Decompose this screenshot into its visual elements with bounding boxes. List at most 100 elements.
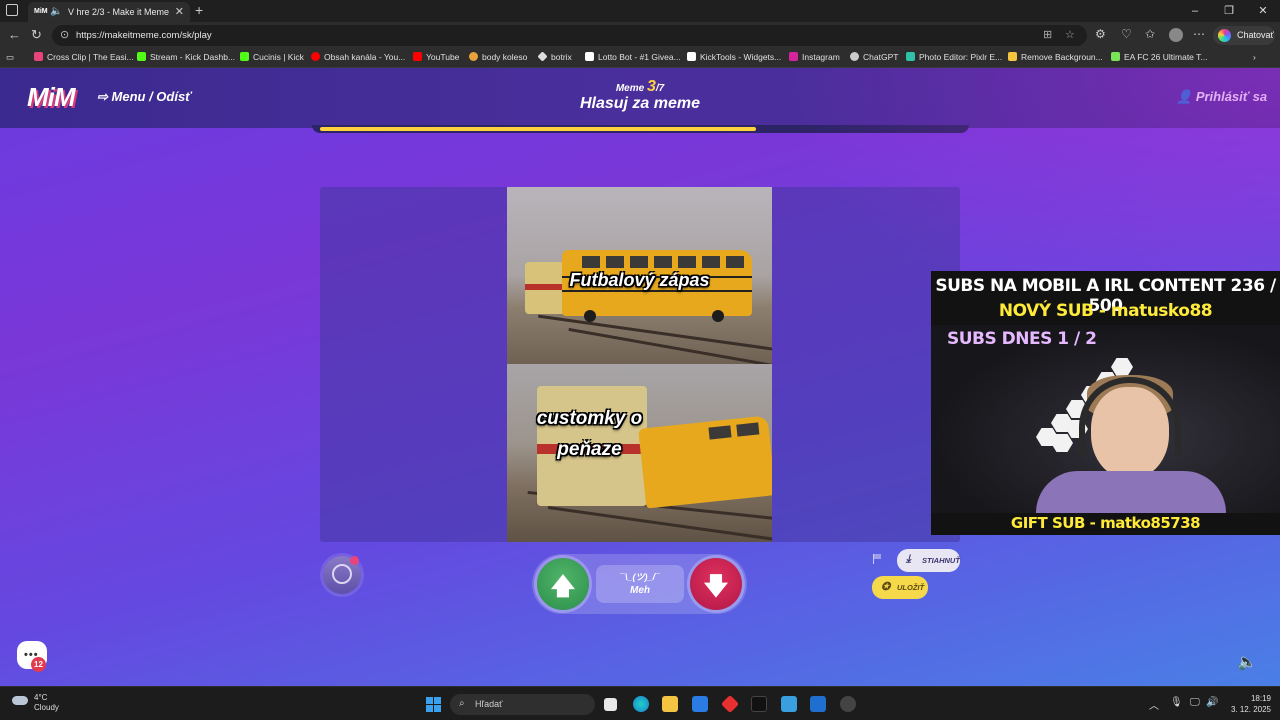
url-text: https://makeitmeme.com/sk/play xyxy=(76,30,212,41)
round-current: 3 xyxy=(646,78,656,95)
bookmark-item[interactable]: YouTube xyxy=(413,52,459,62)
system-clock[interactable]: 18:19 3. 12. 2025 xyxy=(1229,693,1271,715)
reaction-emoji-button[interactable] xyxy=(323,556,361,594)
app-available-icon[interactable]: ⊞ xyxy=(1043,28,1052,41)
store-icon[interactable] xyxy=(692,696,708,712)
bookmark-item[interactable]: Cucinis | Kick xyxy=(240,52,304,62)
volume-icon[interactable]: 🔊 xyxy=(1206,697,1218,708)
bookmark-icon xyxy=(1111,52,1120,61)
site-header: MiM ⇨ Menu / Odísť Meme 3/7 Hlasuj za me… xyxy=(0,68,1280,128)
url-field[interactable]: ⊙ https://makeitmeme.com/sk/play ⊞ ☆ xyxy=(52,25,1087,46)
bookmark-label: Obsah kanála - You... xyxy=(324,52,406,62)
favorites-icon[interactable]: ✩ xyxy=(1145,27,1155,41)
extensions-icon[interactable]: ⚙ xyxy=(1095,27,1106,41)
browser-tab-strip: MiM 🔈 V hre 2/3 - Make it Meme ✕ + – ❐ ✕ xyxy=(0,0,1280,22)
arrow-down-icon: 🡇 xyxy=(703,573,729,600)
back-icon[interactable]: ← xyxy=(8,27,21,42)
overlay-gift-sub: GIFT SUB - matko85738 xyxy=(1010,514,1201,532)
bookmark-label: KickTools - Widgets... xyxy=(700,52,782,62)
profile-avatar[interactable] xyxy=(1169,28,1183,42)
file-explorer-icon[interactable] xyxy=(662,696,678,712)
vote-up-button[interactable]: 🡅 xyxy=(537,558,589,610)
bookmark-item[interactable]: Instagram xyxy=(789,52,840,62)
bookmark-item[interactable]: body koleso xyxy=(469,52,527,62)
login-button[interactable]: 👤 Prihlásiť sa xyxy=(1176,89,1267,105)
save-button[interactable]: ✪ ULOŽIŤ xyxy=(872,576,928,599)
round-progress-fill xyxy=(320,127,756,131)
bookmark-item[interactable]: Stream - Kick Dashb... xyxy=(137,52,235,62)
bookmark-icon xyxy=(311,52,320,61)
sound-toggle-icon[interactable]: 🔈 xyxy=(1237,652,1257,672)
chat-button[interactable]: ••• 12 xyxy=(17,641,47,672)
star-icon: ✪ xyxy=(881,581,891,593)
tab-active[interactable]: MiM 🔈 V hre 2/3 - Make it Meme ✕ xyxy=(28,2,190,22)
shrug-emoticon: ¯\_(ツ)_/¯ xyxy=(620,572,660,582)
round-counter: Meme 3/7 xyxy=(0,78,1280,96)
more-bookmarks-icon[interactable]: › xyxy=(1253,52,1256,62)
bookmark-item[interactable]: Obsah kanála - You... xyxy=(311,52,405,62)
search-icon: ⌕ xyxy=(459,698,465,709)
bookmark-label: ChatGPT xyxy=(863,52,899,62)
app-icon[interactable] xyxy=(810,696,826,712)
tab-title: V hre 2/3 - Make it Meme xyxy=(68,7,170,17)
meme-caption-bottom-line2: peňaze xyxy=(557,439,622,460)
start-icon[interactable] xyxy=(426,697,441,712)
tab-audio-icon[interactable]: 🔈 xyxy=(50,6,62,17)
tab-close-icon[interactable]: ✕ xyxy=(175,5,184,18)
download-icon: ⤓ xyxy=(906,553,911,565)
webcam-feed xyxy=(931,325,1280,513)
user-icon: 👤 xyxy=(1176,89,1196,104)
new-tab-icon[interactable]: + xyxy=(195,2,203,18)
reading-list-icon[interactable]: ▭ xyxy=(6,52,14,63)
tray-overflow-icon[interactable]: ︿ xyxy=(1149,697,1159,712)
taskbar-search[interactable]: ⌕ Hľadať xyxy=(450,694,595,715)
app-icon[interactable] xyxy=(720,694,740,714)
performance-icon[interactable]: ♡ xyxy=(1121,27,1132,41)
vote-meh-button[interactable]: ¯\_(ツ)_/¯ Meh xyxy=(596,565,684,603)
bookmark-icon xyxy=(906,52,915,61)
tab-actions-icon[interactable] xyxy=(6,4,18,16)
bookmark-item[interactable]: EA FC 26 Ultimate T... xyxy=(1111,52,1207,62)
download-button[interactable]: ⤓ STIAHNUŤ xyxy=(897,549,960,572)
bookmark-item[interactable]: Remove Backgroun... xyxy=(1008,52,1103,62)
streamer-shirt xyxy=(1036,471,1226,513)
microphone-icon[interactable]: 🎙 xyxy=(1170,697,1183,708)
site-info-icon[interactable]: ⊙ xyxy=(60,28,69,41)
bookmark-item[interactable]: KickTools - Widgets... xyxy=(687,52,781,62)
clock-time: 18:19 xyxy=(1250,694,1271,703)
smiley-icon xyxy=(332,564,352,584)
copilot-chat-button[interactable]: Chatovať xyxy=(1213,26,1275,45)
meh-label: Meh xyxy=(630,585,650,596)
more-icon[interactable]: ⋯ xyxy=(1193,27,1205,41)
bookmark-icon xyxy=(469,52,478,61)
obs-icon[interactable] xyxy=(840,696,856,712)
edge-browser-icon[interactable] xyxy=(633,696,649,712)
bookmark-label: Stream - Kick Dashb... xyxy=(150,52,236,62)
bookmark-icon xyxy=(687,52,696,61)
maximize-icon[interactable]: ❐ xyxy=(1212,0,1246,22)
report-flag-icon[interactable] xyxy=(873,554,882,564)
close-window-icon[interactable]: ✕ xyxy=(1246,0,1280,22)
copilot-chat-label: Chatovať xyxy=(1237,30,1274,40)
favorite-star-icon[interactable]: ☆ xyxy=(1065,28,1075,41)
weather-condition: Cloudy xyxy=(34,703,59,712)
task-view-icon[interactable] xyxy=(604,698,617,711)
bookmark-item[interactable]: ChatGPT xyxy=(850,52,898,62)
overlay-subs-today: SUBS DNES 1 / 2 xyxy=(947,329,1097,349)
bookmarks-bar: ▭ Cross Clip | The Easi... Stream - Kick… xyxy=(0,49,1280,68)
bookmark-item[interactable]: botrix xyxy=(537,51,572,62)
arrow-up-icon: 🡅 xyxy=(550,573,576,600)
chat-unread-badge: 12 xyxy=(31,657,46,672)
tiktok-icon[interactable] xyxy=(751,696,767,712)
vote-down-button[interactable]: 🡇 xyxy=(690,558,742,610)
reload-icon[interactable]: ↻ xyxy=(31,27,42,43)
notepad-icon[interactable] xyxy=(781,696,797,712)
bookmark-item[interactable]: Lotto Bot - #1 Givea... xyxy=(585,52,681,62)
hex-light xyxy=(1111,358,1133,376)
save-label: ULOŽIŤ xyxy=(897,583,925,592)
bookmark-item[interactable]: Cross Clip | The Easi... xyxy=(34,52,134,62)
minimize-icon[interactable]: – xyxy=(1178,0,1212,22)
bookmark-item[interactable]: Photo Editor: Pixlr E... xyxy=(906,52,1002,62)
network-icon[interactable]: 🖵 xyxy=(1190,697,1200,708)
stream-overlay: SUBS NA MOBIL A IRL CONTENT 236 / 500 NO… xyxy=(931,271,1280,535)
